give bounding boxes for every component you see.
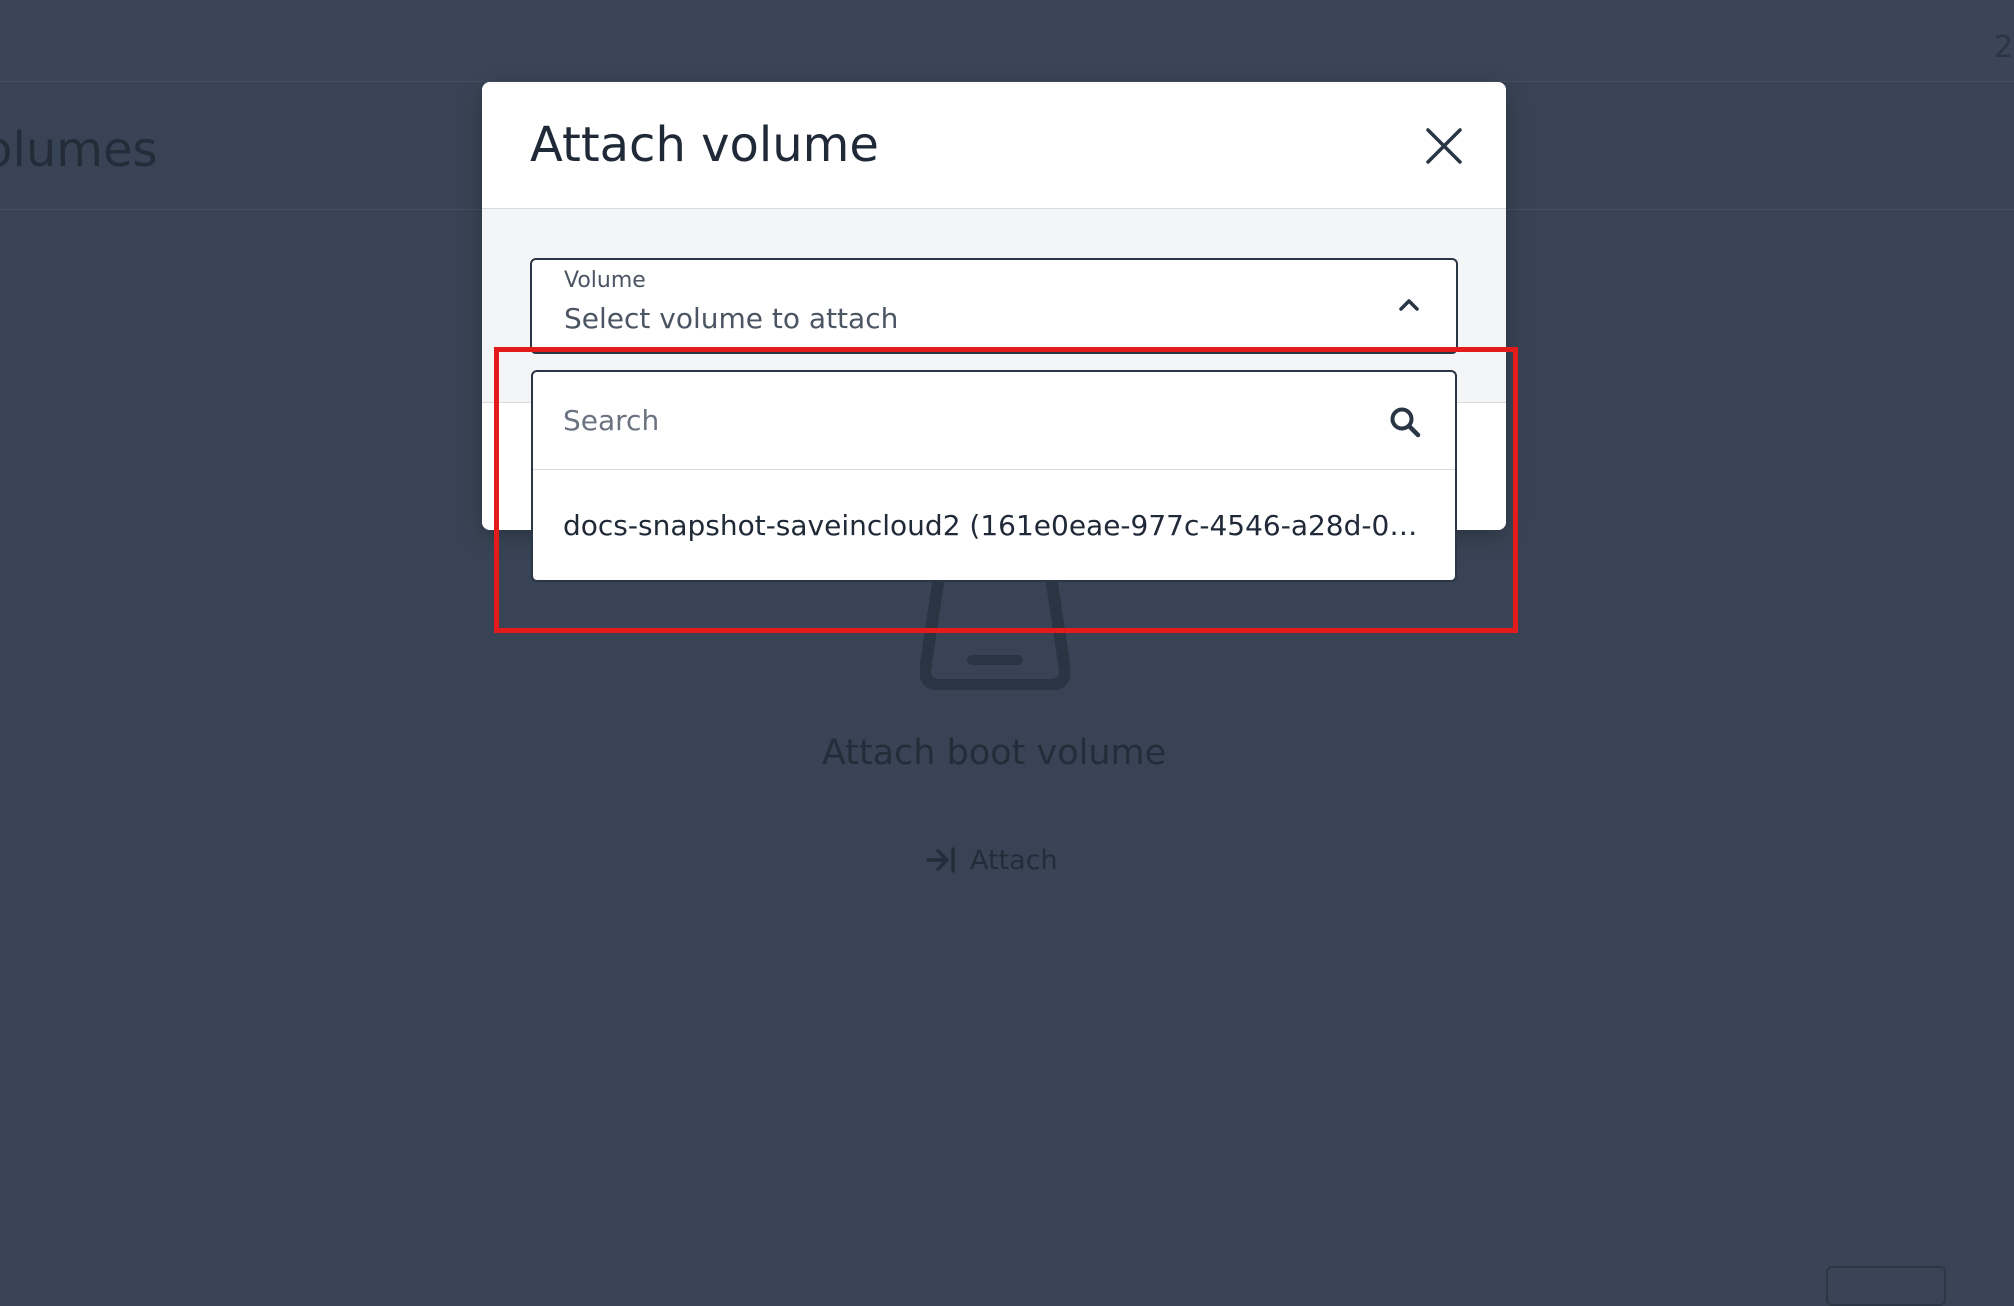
- modal-header: Attach volume: [482, 82, 1506, 209]
- chevron-up-icon[interactable]: [1398, 298, 1420, 312]
- attach-button-label: Attach: [970, 844, 1058, 876]
- volume-option-label: docs-snapshot-saveincloud2 (161e0eae-977…: [563, 509, 1423, 542]
- attach-button[interactable]: Attach: [926, 840, 1058, 880]
- search-icon[interactable]: [1389, 406, 1421, 438]
- volume-select-placeholder: Select volume to attach: [564, 302, 899, 335]
- volume-select[interactable]: Volume Select volume to attach: [530, 258, 1458, 354]
- volume-dropdown: docs-snapshot-saveincloud2 (161e0eae-977…: [531, 370, 1457, 582]
- search-input[interactable]: [563, 396, 1363, 444]
- volume-option[interactable]: docs-snapshot-saveincloud2 (161e0eae-977…: [533, 471, 1455, 580]
- dropdown-search: [533, 372, 1455, 470]
- close-icon[interactable]: [1422, 124, 1466, 168]
- volume-select-label: Volume: [564, 268, 646, 293]
- empty-state-title: Attach boot volume: [821, 733, 1167, 773]
- attach-icon: [926, 847, 955, 873]
- top-bar: 25: [0, 0, 2014, 82]
- top-bar-text: 25: [1994, 30, 2014, 65]
- page-title: Volumes: [0, 122, 158, 178]
- modal-title: Attach volume: [530, 117, 879, 173]
- corner-button[interactable]: [1826, 1266, 1946, 1306]
